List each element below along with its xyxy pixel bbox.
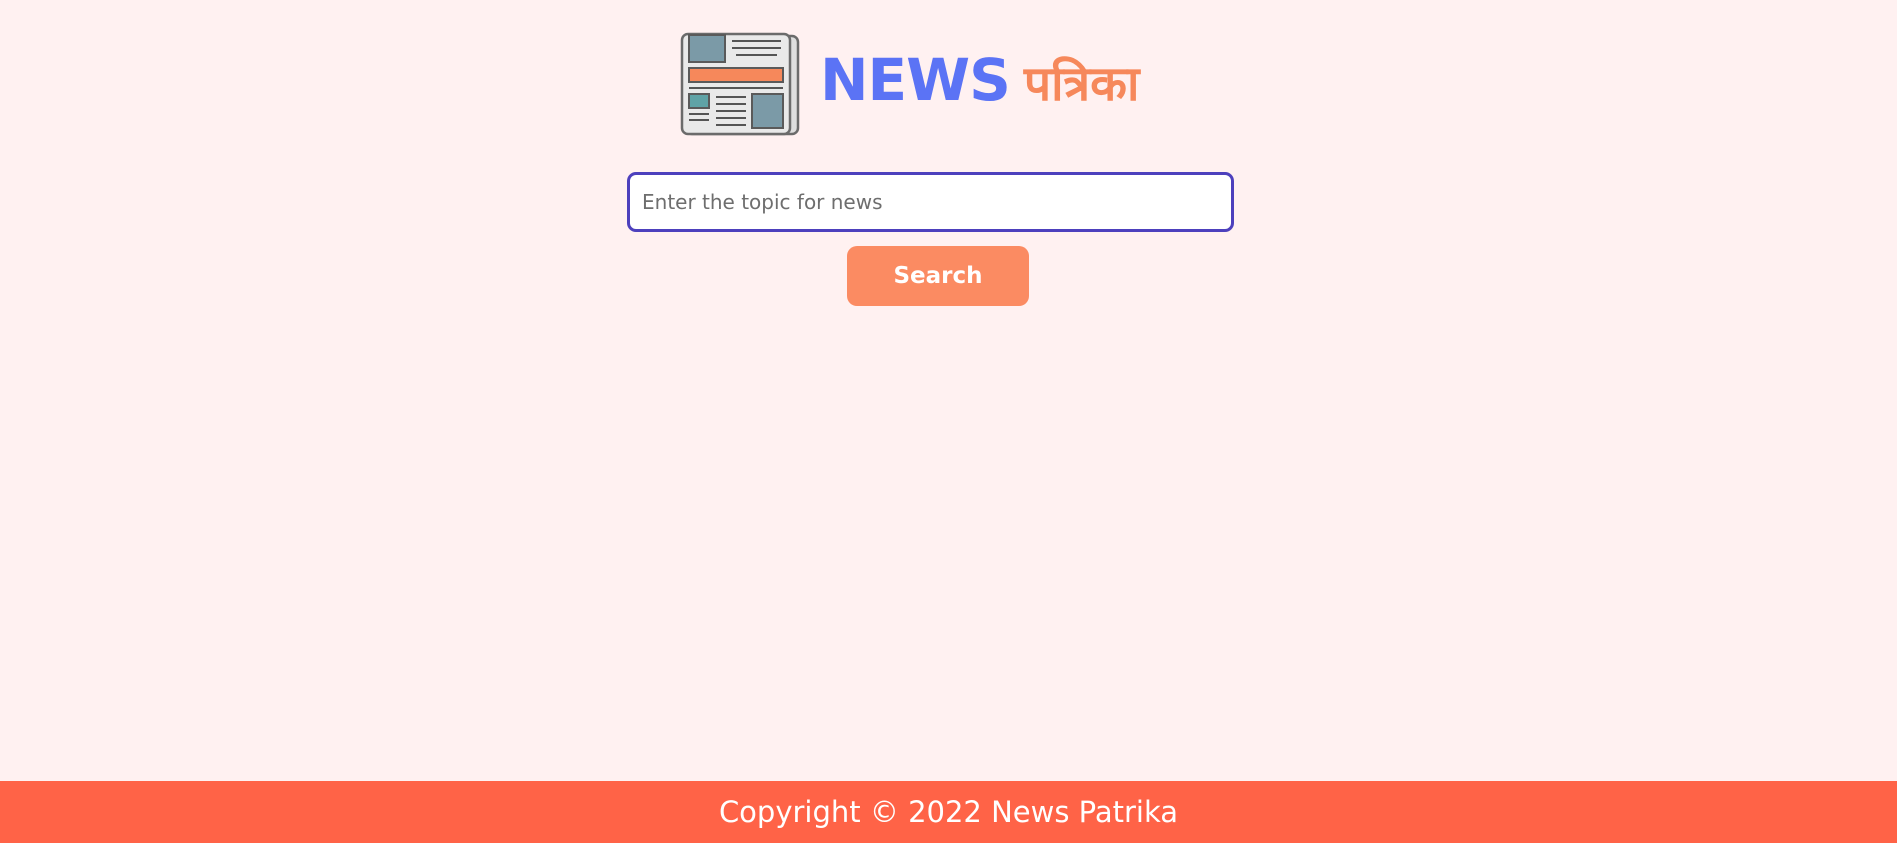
search-button[interactable]: Search (847, 246, 1029, 306)
newspaper-icon (680, 32, 800, 136)
search-input[interactable] (627, 172, 1234, 232)
brand-patrika-text: पत्रिका (1023, 55, 1140, 112)
footer: Copyright © 2022 News Patrika (0, 781, 1897, 843)
brand-news-text: NEWS (820, 45, 1011, 114)
site-header: NEWS पत्रिका (680, 32, 1139, 138)
site-title: NEWS पत्रिका (820, 46, 1139, 115)
copyright-text: Copyright © 2022 News Patrika (718, 795, 1179, 829)
